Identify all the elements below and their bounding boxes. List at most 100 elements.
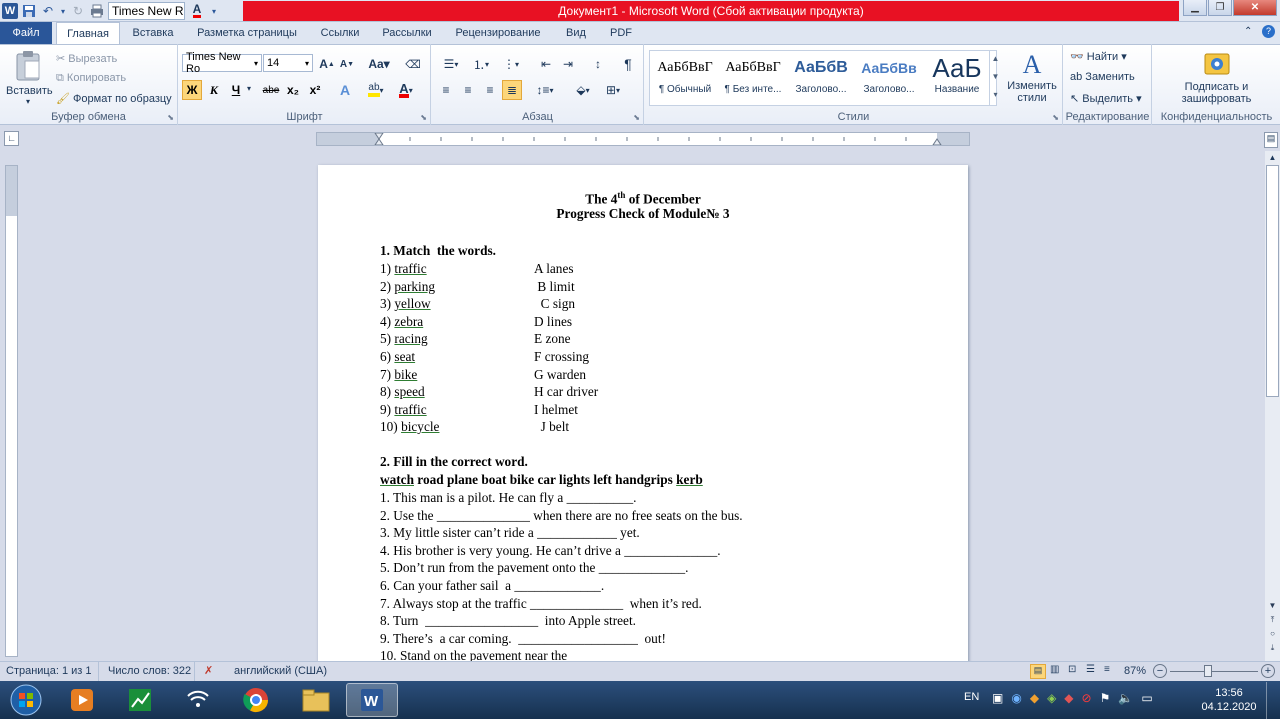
tray-app-icon[interactable]: ◈ xyxy=(1047,691,1056,705)
subscript-button[interactable]: x₂ xyxy=(283,80,303,100)
strikethrough-button[interactable]: abe xyxy=(259,80,283,100)
clear-formatting-icon[interactable]: ⌫ xyxy=(403,54,423,74)
minimize-button[interactable]: ▁ xyxy=(1183,0,1207,16)
tab-insert[interactable]: Вставка xyxy=(124,22,182,44)
zoom-slider-thumb[interactable] xyxy=(1204,665,1212,677)
styles-scroll[interactable]: ▲ ▼ ▾ xyxy=(989,50,1001,106)
change-styles-button[interactable]: A Изменить стили xyxy=(1005,50,1059,104)
scroll-nav[interactable]: ▼ ⤒ ○ ⤓ xyxy=(1266,599,1279,655)
undo-dropdown-icon[interactable]: ▾ xyxy=(59,3,67,19)
font-size-box[interactable]: 14 ▾ xyxy=(263,54,313,72)
word-logo-icon[interactable]: W xyxy=(2,3,18,19)
page-count[interactable]: Страница: 1 из 1 xyxy=(6,665,92,677)
grow-font-icon[interactable]: A ▲ xyxy=(317,54,337,74)
volume-icon[interactable]: 🔈 xyxy=(1118,691,1133,705)
increase-indent-icon[interactable]: ⇥ xyxy=(558,54,578,74)
save-icon[interactable] xyxy=(21,3,37,19)
full-screen-reading-icon[interactable]: ▥ xyxy=(1050,664,1059,675)
replace-button[interactable]: ab Заменить xyxy=(1070,71,1135,83)
document-page[interactable]: The 4th of December Progress Check of Mo… xyxy=(318,165,968,665)
tray-app-icon[interactable]: ◉ xyxy=(1011,691,1021,705)
web-layout-icon[interactable]: ⊡ xyxy=(1068,664,1076,675)
tab-page-layout[interactable]: Разметка страницы xyxy=(188,22,306,44)
undo-icon[interactable]: ↶ xyxy=(40,3,56,19)
chevron-down-icon[interactable]: ▾ xyxy=(247,84,251,93)
format-painter-button[interactable]: 🖌 Формат по образцу xyxy=(56,92,172,105)
print-layout-icon[interactable]: ▤ xyxy=(1030,664,1046,679)
input-language[interactable]: EN xyxy=(964,691,979,703)
action-center-icon[interactable]: ⚑ xyxy=(1100,691,1111,705)
vertical-ruler[interactable] xyxy=(5,165,18,657)
sort-icon[interactable]: ↕ xyxy=(588,54,608,74)
chrome-icon[interactable] xyxy=(230,683,282,717)
borders-icon[interactable]: ⊞ ▾ xyxy=(600,80,626,100)
word-count[interactable]: Число слов: 322 xyxy=(108,665,191,677)
tab-pdf[interactable]: PDF xyxy=(604,22,638,44)
sign-encrypt-button[interactable]: Подписать и зашифровать xyxy=(1153,50,1280,105)
justify-icon[interactable]: ≣ xyxy=(502,80,522,100)
proofing-icon[interactable]: ✗ xyxy=(204,664,213,677)
find-button[interactable]: 👓 Найти ▾ xyxy=(1070,50,1127,63)
select-button[interactable]: ↖ Выделить ▾ xyxy=(1070,92,1142,105)
style-heading2[interactable]: АаБбВв Заголово... xyxy=(855,52,923,104)
tray-app-icon[interactable]: ◆ xyxy=(1030,691,1039,705)
network-icon[interactable]: ▭ xyxy=(1141,691,1152,705)
scroll-thumb[interactable] xyxy=(1266,165,1279,397)
show-marks-icon[interactable]: ¶ xyxy=(618,54,638,74)
stocks-app-icon[interactable] xyxy=(114,683,166,717)
zoom-level[interactable]: 87% xyxy=(1124,665,1146,677)
tab-file[interactable]: Файл xyxy=(0,22,52,44)
print-icon[interactable] xyxy=(89,3,105,19)
align-center-icon[interactable]: ≡ xyxy=(458,80,478,100)
outline-icon[interactable]: ☰ xyxy=(1086,664,1095,675)
tray-app-icon[interactable]: ◆ xyxy=(1064,691,1073,705)
clock[interactable]: 13:56 04.12.2020 xyxy=(1196,686,1262,714)
align-right-icon[interactable]: ≡ xyxy=(480,80,500,100)
font-name-box[interactable]: Times New Ro ▾ xyxy=(182,51,262,75)
style-title[interactable]: АаБ Название xyxy=(923,52,991,104)
collapse-ribbon-icon[interactable]: ⌃ xyxy=(1244,26,1252,37)
change-case-icon[interactable]: Aa▾ xyxy=(365,54,393,74)
tab-view[interactable]: Вид xyxy=(560,22,592,44)
underline-button[interactable]: Ч xyxy=(226,80,246,100)
restore-button[interactable]: ❐ xyxy=(1208,0,1232,16)
multilevel-list-icon[interactable]: ⋮ ▾ xyxy=(498,54,524,74)
close-button[interactable]: ✕ xyxy=(1233,0,1277,16)
tray-app-icon[interactable]: ⊘ xyxy=(1082,691,1092,705)
customize-qat-icon[interactable]: ▾ xyxy=(209,3,219,19)
show-desktop-button[interactable] xyxy=(1266,682,1280,719)
line-spacing-icon[interactable]: ↕≡ ▾ xyxy=(532,80,558,100)
tab-home[interactable]: Главная xyxy=(56,22,120,44)
word-taskbar-icon[interactable]: W xyxy=(346,683,398,717)
dialog-launcher-icon[interactable]: ⬊ xyxy=(1052,113,1059,122)
draft-icon[interactable]: ≡ xyxy=(1104,664,1110,675)
align-left-icon[interactable]: ≡ xyxy=(436,80,456,100)
bullets-icon[interactable]: ☰ ▾ xyxy=(438,54,464,74)
shading-icon[interactable]: ⬙ ▾ xyxy=(570,80,596,100)
dialog-launcher-icon[interactable]: ⬊ xyxy=(420,113,427,122)
shrink-font-icon[interactable]: A ▼ xyxy=(337,54,357,74)
style-normal[interactable]: АаБбВвГ ¶ Обычный xyxy=(651,52,719,104)
font-color-icon[interactable]: A xyxy=(188,3,206,19)
view-ruler-icon[interactable]: ▤ xyxy=(1264,132,1278,148)
tray-app-icon[interactable]: ▣ xyxy=(992,691,1003,705)
bold-button[interactable]: Ж xyxy=(182,80,202,100)
network-app-icon[interactable] xyxy=(172,683,224,717)
font-color-button[interactable]: A ▾ xyxy=(393,80,419,100)
paste-button[interactable]: Вставить ▾ xyxy=(6,50,53,106)
text-effects-icon[interactable]: A xyxy=(335,80,355,100)
tab-review[interactable]: Рецензирование xyxy=(448,22,548,44)
tab-selector-icon[interactable]: ∟ xyxy=(4,131,19,146)
zoom-in-icon[interactable]: + xyxy=(1261,664,1275,678)
tab-references[interactable]: Ссылки xyxy=(312,22,368,44)
style-heading1[interactable]: АаБбВ Заголово... xyxy=(787,52,855,104)
decrease-indent-icon[interactable]: ⇤ xyxy=(536,54,556,74)
media-player-icon[interactable] xyxy=(56,683,108,717)
copy-button[interactable]: ⧉ Копировать xyxy=(56,72,126,85)
scroll-up-icon[interactable]: ▲ xyxy=(1266,153,1279,163)
qat-font-box[interactable]: Times New Ro▾ xyxy=(108,2,185,20)
zoom-slider[interactable] xyxy=(1170,671,1258,672)
tab-mailings[interactable]: Рассылки xyxy=(374,22,440,44)
zoom-out-icon[interactable]: − xyxy=(1153,664,1167,678)
highlight-icon[interactable]: ab ▾ xyxy=(363,80,389,100)
